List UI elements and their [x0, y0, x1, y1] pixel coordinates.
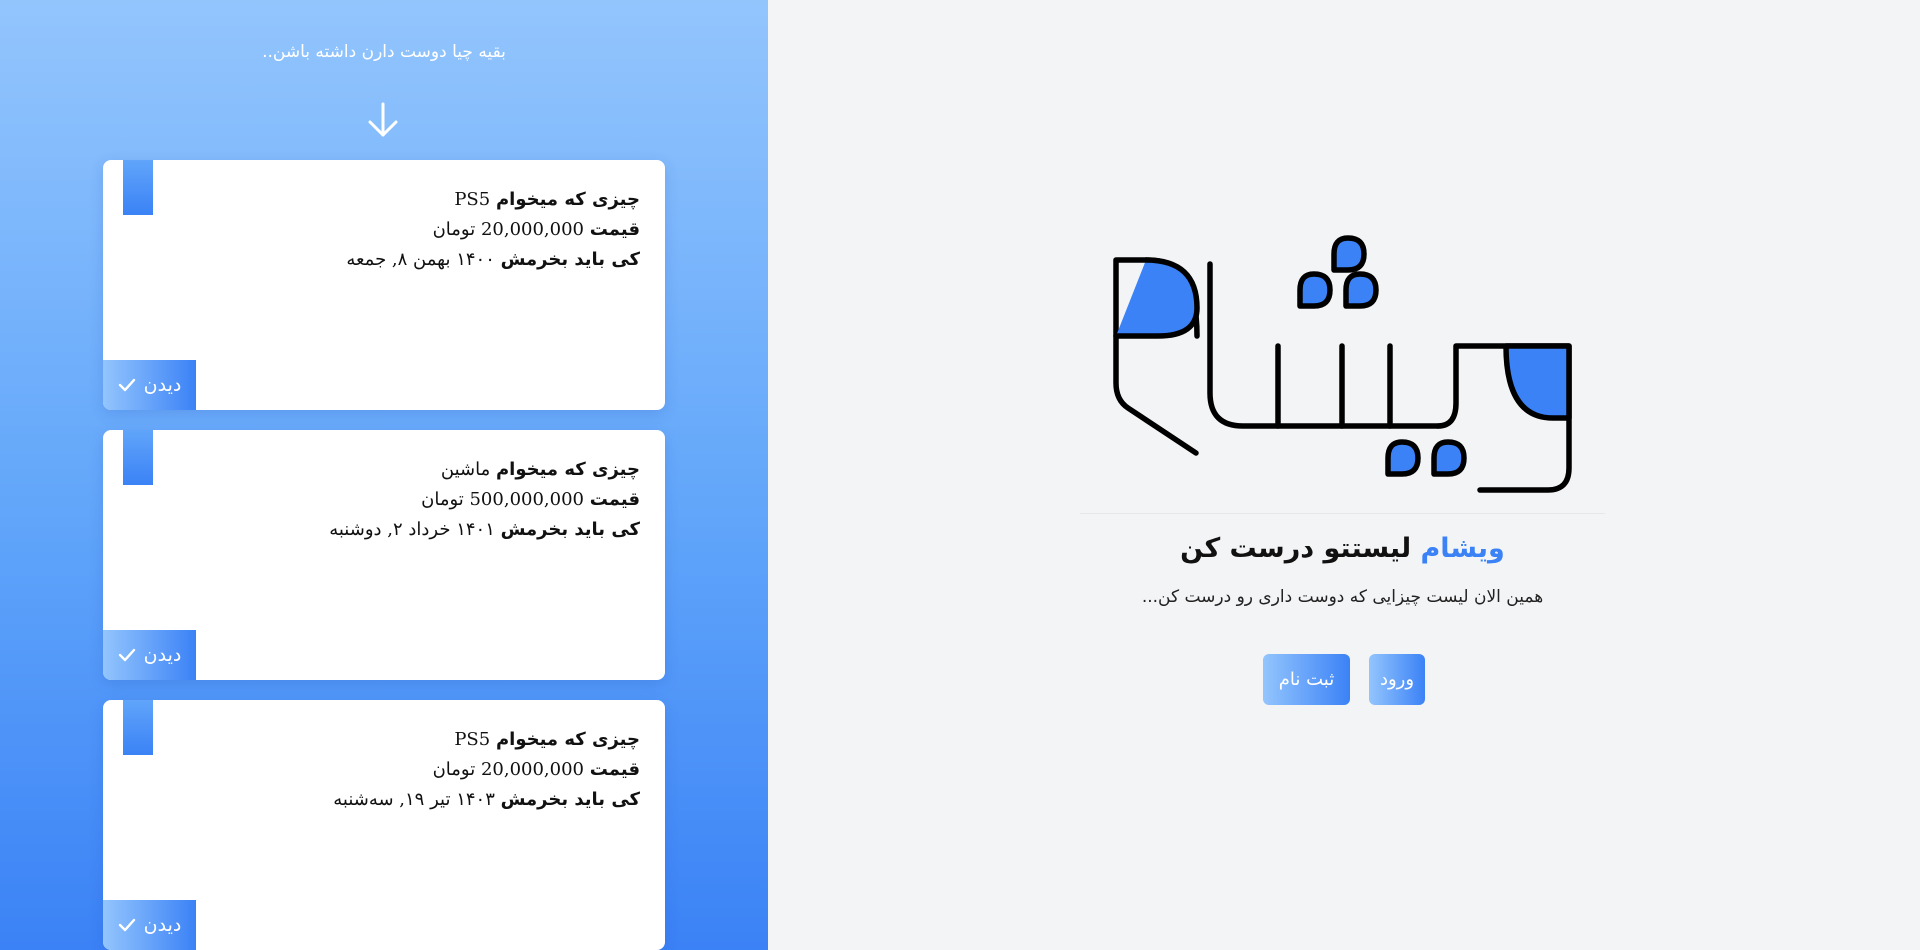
bookmark-ribbon-icon	[123, 430, 153, 485]
others-wishlist-panel: بقیه چیا دوست دارن داشته باشن.. چیزی که …	[0, 0, 768, 950]
item-value: PS5	[454, 729, 491, 750]
hero-title-text: لیستتو درست کن	[1180, 533, 1412, 564]
item-label: چیزی که میخوام	[495, 729, 640, 750]
wish-date-row: کی باید بخرمش ۱۴۰۰ بهمن ۸, جمعه	[346, 245, 640, 275]
signup-button[interactable]: ثبت نام	[1263, 654, 1350, 705]
item-label: چیزی که میخوام	[495, 459, 640, 480]
wish-card: چیزی که میخوام PS5 قیمت 20,000,000 تومان…	[103, 700, 665, 950]
view-button[interactable]: دیدن	[103, 900, 196, 950]
view-button-label: دیدن	[143, 644, 182, 666]
price-value: 20,000,000 تومان	[432, 759, 584, 780]
view-button[interactable]: دیدن	[103, 360, 196, 410]
bookmark-ribbon-icon	[123, 700, 153, 755]
arrow-down-icon	[368, 102, 398, 137]
price-label: قیمت	[589, 759, 640, 780]
hero-divider	[1080, 513, 1605, 514]
price-label: قیمت	[589, 489, 640, 510]
wish-card-details: چیزی که میخوام PS5 قیمت 20,000,000 تومان…	[346, 185, 640, 275]
others-heading: بقیه چیا دوست دارن داشته باشن..	[262, 42, 506, 62]
item-label: چیزی که میخوام	[495, 189, 640, 210]
wish-item-row: چیزی که میخوام PS5	[333, 725, 640, 755]
check-icon	[118, 918, 135, 932]
view-button-label: دیدن	[143, 374, 182, 396]
wish-item-row: چیزی که میخوام ماشین	[329, 455, 640, 485]
hero-title: ویشام لیستتو درست کن	[1080, 533, 1605, 564]
date-label: کی باید بخرمش	[500, 519, 640, 540]
wish-date-row: کی باید بخرمش ۱۴۰۱ خرداد ۲, دوشنبه	[329, 515, 640, 545]
brand-name: ویشام	[1420, 533, 1505, 564]
login-button[interactable]: ورود	[1369, 654, 1425, 705]
wish-price-row: قیمت 20,000,000 تومان	[346, 215, 640, 245]
view-button-label: دیدن	[143, 914, 182, 936]
wish-price-row: قیمت 20,000,000 تومان	[333, 755, 640, 785]
view-button[interactable]: دیدن	[103, 630, 196, 680]
wish-card-details: چیزی که میخوام PS5 قیمت 20,000,000 تومان…	[333, 725, 640, 815]
wisham-logo	[1113, 235, 1572, 493]
wish-date-row: کی باید بخرمش ۱۴۰۳ تیر ۱۹, سه‌شنبه	[333, 785, 640, 815]
auth-buttons: ورود ثبت نام	[1263, 654, 1425, 705]
date-value: ۱۴۰۰ بهمن ۸, جمعه	[346, 249, 495, 270]
date-label: کی باید بخرمش	[500, 789, 640, 810]
wish-item-row: چیزی که میخوام PS5	[346, 185, 640, 215]
bookmark-ribbon-icon	[123, 160, 153, 215]
wish-card: چیزی که میخوام ماشین قیمت 500,000,000 تو…	[103, 430, 665, 680]
price-value: 500,000,000 تومان	[421, 489, 584, 510]
price-label: قیمت	[589, 219, 640, 240]
wish-card: چیزی که میخوام PS5 قیمت 20,000,000 تومان…	[103, 160, 665, 410]
date-value: ۱۴۰۱ خرداد ۲, دوشنبه	[329, 519, 495, 540]
check-icon	[118, 648, 135, 662]
item-value: ماشین	[440, 459, 491, 480]
page: بقیه چیا دوست دارن داشته باشن.. چیزی که …	[0, 0, 1920, 950]
hero-subtitle: همین الان لیست چیزایی که دوست داری رو در…	[1141, 587, 1544, 607]
date-label: کی باید بخرمش	[500, 249, 640, 270]
date-value: ۱۴۰۳ تیر ۱۹, سه‌شنبه	[333, 789, 495, 810]
price-value: 20,000,000 تومان	[432, 219, 584, 240]
wish-card-details: چیزی که میخوام ماشین قیمت 500,000,000 تو…	[329, 455, 640, 545]
check-icon	[118, 378, 135, 392]
wish-price-row: قیمت 500,000,000 تومان	[329, 485, 640, 515]
item-value: PS5	[454, 189, 491, 210]
